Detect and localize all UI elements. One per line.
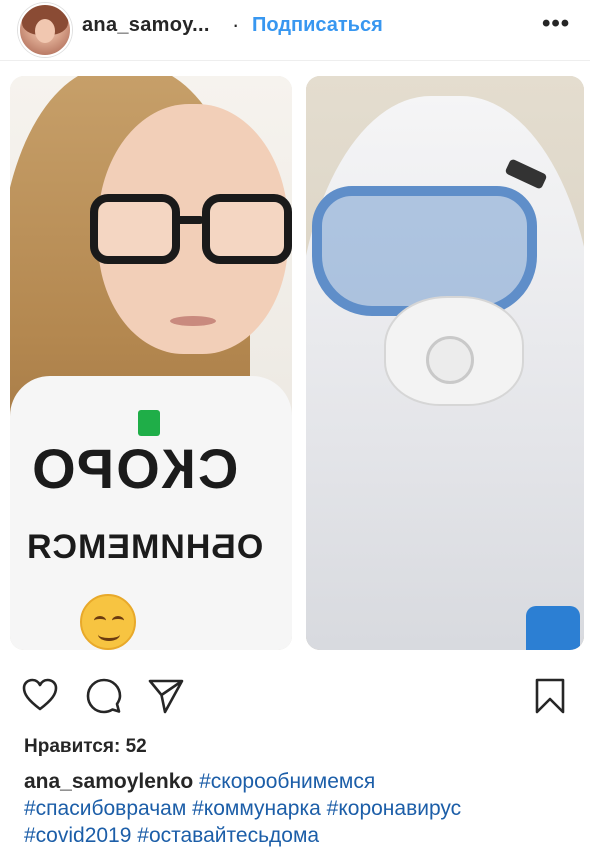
hashtag[interactable]: #коммунарка [192, 797, 321, 820]
emoji-mouth [98, 628, 120, 641]
photo-protective-suit [306, 76, 584, 650]
glasses-lens-right [202, 194, 292, 264]
smiling-emoji-icon [80, 594, 136, 650]
emoji-eye-right [112, 616, 124, 625]
avatar[interactable] [18, 3, 72, 57]
photo-selfie: СКОРО ОБНИМЕМСЯ [10, 76, 292, 650]
photo-mask-valve [426, 336, 474, 384]
shirt-text-line1: СКОРО [30, 437, 239, 500]
instagram-post: ana_samoy... · Подписаться ••• СКОРО ОБН… [0, 0, 590, 847]
comment-icon[interactable] [86, 678, 122, 714]
hashtag[interactable]: #скорообнимемся [199, 770, 375, 793]
photo-glasses [90, 194, 292, 264]
heart-icon[interactable] [22, 678, 58, 714]
post-media[interactable]: СКОРО ОБНИМЕМСЯ [0, 66, 590, 660]
likes-count[interactable]: Нравится: 52 [24, 736, 147, 758]
shirt-text-line2: ОБНИМЕМСЯ [26, 528, 264, 566]
hashtag[interactable]: #коронавирус [327, 797, 462, 820]
more-options-button[interactable]: ••• [542, 10, 570, 38]
avatar-face [35, 19, 55, 43]
post-header: ana_samoy... · Подписаться ••• [0, 0, 590, 58]
photo-sticker [526, 606, 580, 650]
header-divider [0, 60, 590, 61]
bookmark-icon[interactable] [532, 678, 568, 714]
send-icon[interactable] [148, 678, 184, 714]
username[interactable]: ana_samoy... [82, 14, 210, 37]
photo-lips [170, 316, 216, 326]
emoji-eye-left [94, 616, 106, 625]
post-caption: ana_samoylenko #скорообнимемся #спасибов… [24, 768, 574, 847]
glasses-bridge [176, 216, 204, 224]
photo-goggles [312, 186, 537, 316]
action-bar [0, 672, 590, 722]
caption-author[interactable]: ana_samoylenko [24, 770, 193, 793]
separator-dot: · [232, 12, 240, 37]
glasses-lens-left [90, 194, 180, 264]
hashtag[interactable]: #спасибоврачам [24, 797, 186, 820]
hashtag[interactable]: #оставайтесьдома [137, 824, 319, 847]
hashtag[interactable]: #covid2019 [24, 824, 131, 847]
follow-button[interactable]: Подписаться [252, 14, 383, 37]
photo-badge [138, 410, 160, 436]
